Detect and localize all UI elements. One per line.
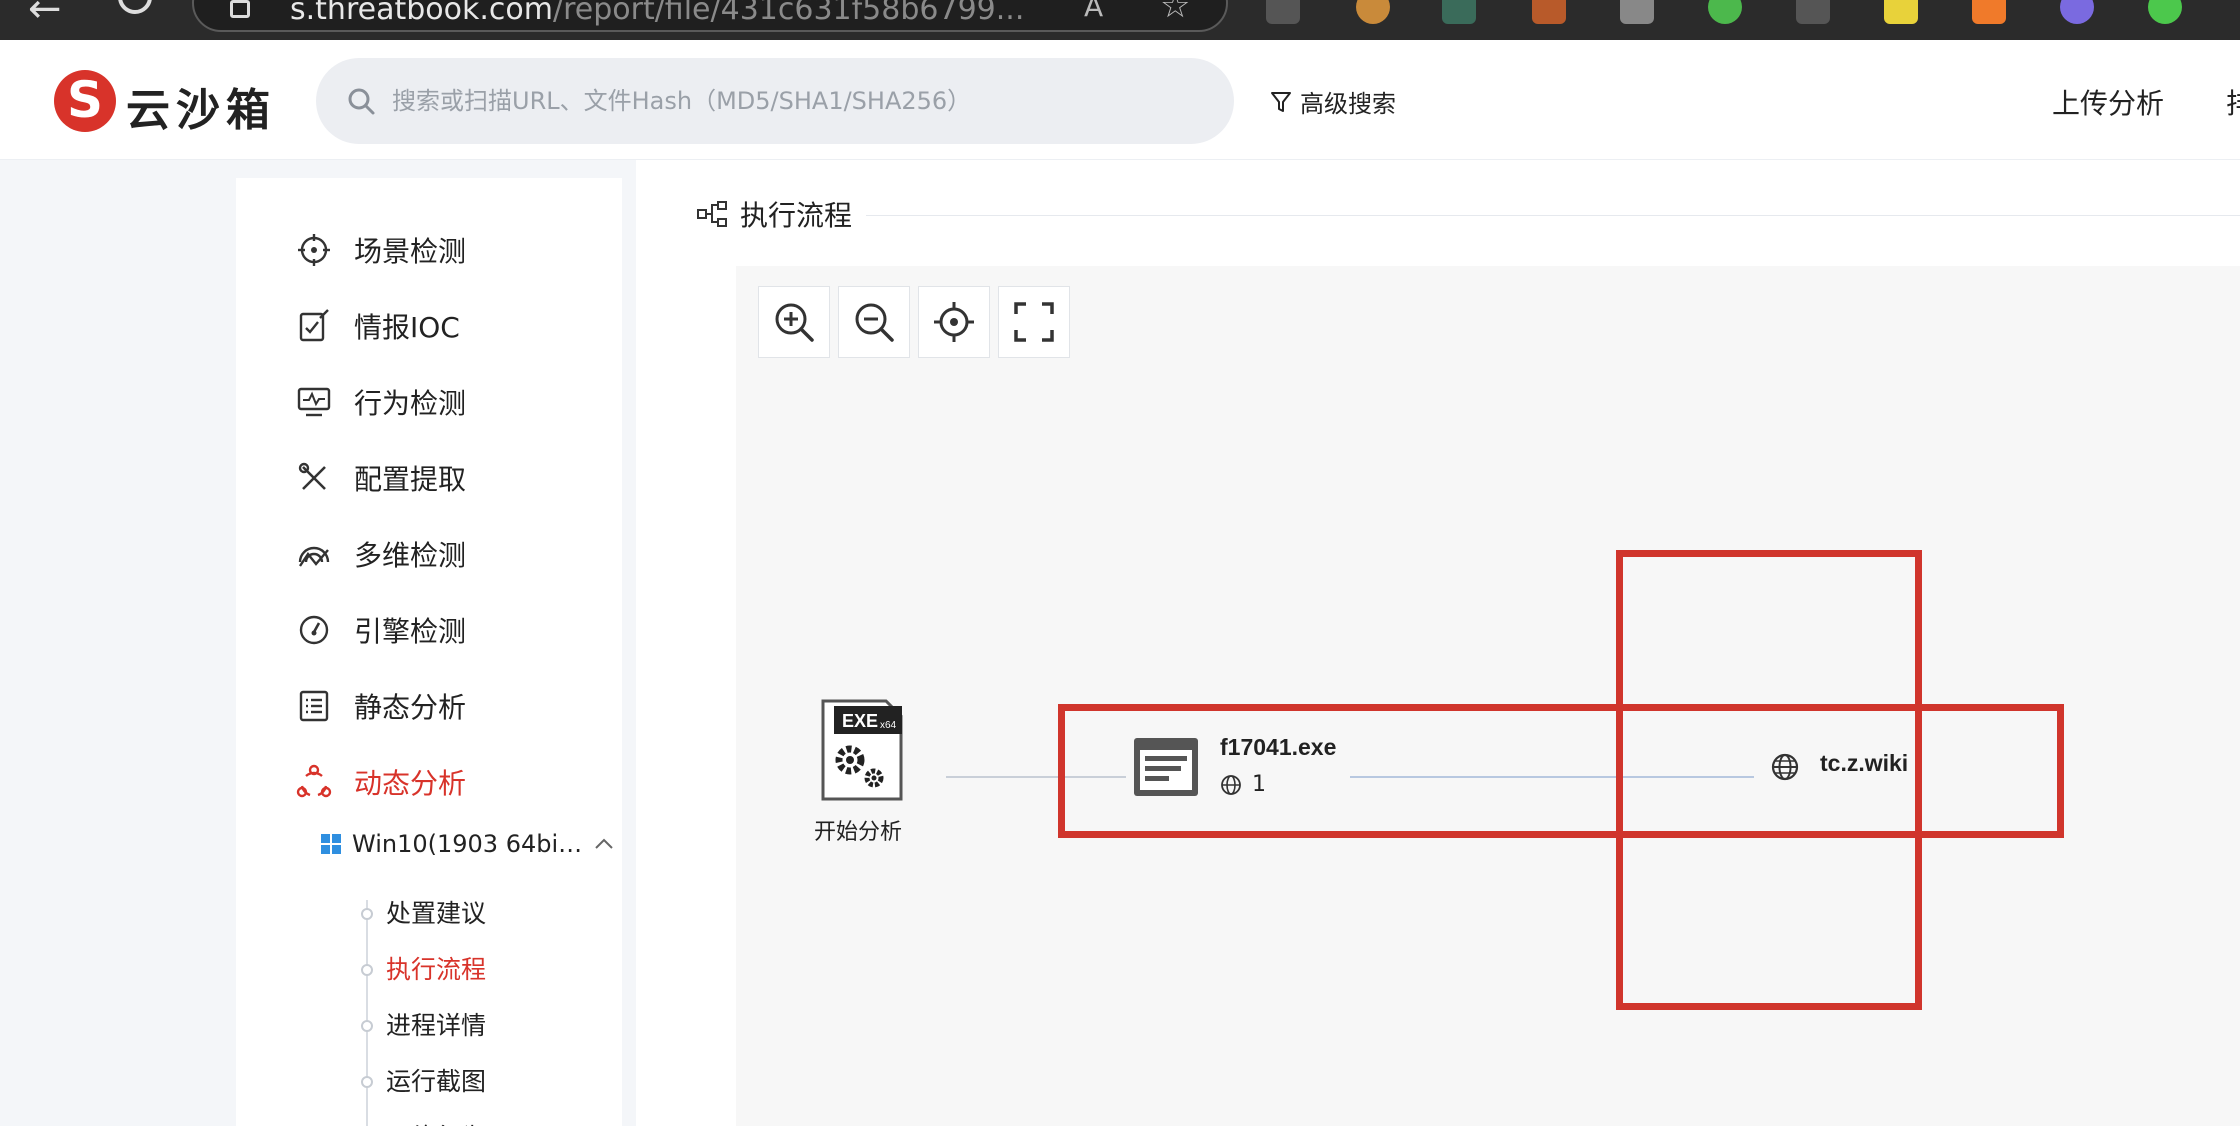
upload-analysis-link[interactable]: 上传分析: [2052, 82, 2164, 122]
locate-button[interactable]: [918, 286, 990, 358]
sub-nav-dot: [361, 964, 373, 976]
zoom-out-icon: [855, 303, 894, 342]
os-environment-selector[interactable]: Win10(1903 64bi…: [320, 830, 614, 858]
read-aloud-icon[interactable]: A: [1084, 0, 1103, 23]
sidebar-item-label: 静态分析: [354, 691, 467, 724]
advanced-search-label: 高级搜索: [1300, 90, 1396, 118]
zoom-out-button[interactable]: [838, 286, 910, 358]
gauge-icon: [299, 615, 329, 645]
section-divider: [866, 215, 2240, 216]
url-path: /report/file/431c631f58b6799...: [552, 0, 1025, 27]
logo-icon[interactable]: S: [54, 70, 116, 132]
sidebar-item-scene-detection[interactable]: 场景检测: [296, 226, 466, 274]
flow-tree-icon: [697, 201, 727, 227]
search-icon: [348, 88, 375, 115]
sidebar-item-dynamic-analysis[interactable]: 动态分析: [296, 758, 466, 806]
target-icon: [298, 234, 330, 266]
main-panel: 执行流程 EXE x64 开始分析 f17041.exe 1 tc.z.wiki: [636, 160, 2240, 1126]
sidebar-item-label: 动态分析: [354, 767, 467, 800]
site-info-icon[interactable]: [230, 0, 250, 18]
green-extension-icon[interactable]: [2148, 0, 2182, 24]
js-extension-icon[interactable]: [1708, 0, 1742, 24]
sub-nav-dot: [361, 1020, 373, 1032]
checklist-edit-icon: [299, 309, 329, 342]
exe-file-icon[interactable]: EXE x64: [820, 698, 904, 802]
aone-extension-icon[interactable]: [1796, 0, 1830, 24]
tools-icon: [298, 462, 326, 490]
network-extension-icon[interactable]: [1532, 0, 1566, 24]
fullscreen-icon: [1014, 302, 1054, 342]
exe-badge-sub-text: x64: [880, 720, 897, 731]
sidebar-item-config-extract[interactable]: 配置提取: [296, 454, 466, 502]
sidebar-item-intel-ioc[interactable]: 情报IOC: [296, 302, 460, 350]
url-host: s.threatbook.com: [290, 0, 553, 27]
site-header: S 云沙箱 高级搜索 上传分析 排: [0, 40, 2240, 160]
fullscreen-button[interactable]: [998, 286, 1070, 358]
logo-text[interactable]: 云沙箱: [126, 74, 276, 138]
execution-flow-canvas[interactable]: EXE x64 开始分析 f17041.exe 1 tc.z.wiki: [736, 266, 2240, 1126]
address-bar[interactable]: s.threatbook.com/report/file/431c631f58b…: [192, 0, 1228, 32]
sub-item-execution-flow[interactable]: 执行流程: [386, 950, 486, 986]
sidebar-item-label: 场景检测: [354, 235, 467, 268]
back-arrow-icon[interactable]: ←: [28, 0, 62, 32]
sub-nav-dot: [361, 1076, 373, 1088]
zoom-in-icon: [775, 303, 814, 342]
a-extension-icon[interactable]: [1972, 0, 2006, 24]
chevron-up-icon: [595, 838, 613, 849]
nodes-icon: [296, 764, 332, 798]
nav-item-cut-off[interactable]: 排: [2226, 82, 2240, 122]
sidebar-item-engine-detection[interactable]: 引擎检测: [296, 606, 466, 654]
locate-icon: [934, 302, 974, 342]
sidebar-item-behavior-detection[interactable]: 行为检测: [296, 378, 466, 426]
sub-nav-tree-line: [366, 900, 368, 1126]
sidebar-item-label: 配置提取: [354, 463, 467, 496]
sub-item-disposal-advice[interactable]: 处置建议: [386, 894, 486, 930]
sidebar-item-static-analysis[interactable]: 静态分析: [296, 682, 466, 730]
advanced-search-button[interactable]: 高级搜索: [1270, 84, 1396, 119]
exe-badge-text: EXE: [842, 711, 878, 731]
building-extension-icon[interactable]: [1620, 0, 1654, 24]
start-node-label: 开始分析: [814, 820, 903, 845]
extension-icon[interactable]: [1266, 0, 1300, 24]
highlight-box-vertical: [1616, 550, 1922, 1010]
reload-icon[interactable]: [118, 0, 152, 14]
sidebar-item-label: 行为检测: [354, 387, 467, 420]
browser-toolbar: ← s.threatbook.com/report/file/431c631f5…: [0, 0, 2240, 40]
sidebar-item-label: 引擎检测: [354, 615, 467, 648]
search-box[interactable]: [316, 58, 1234, 144]
sub-item-process-details[interactable]: 进程详情: [386, 1006, 486, 1042]
url-text: s.threatbook.com/report/file/431c631f58b…: [290, 0, 1024, 27]
section-title: 执行流程: [696, 194, 852, 234]
sidebar: 场景检测 情报IOC 行为检测 配置提取 多维检测 引擎检测 静态分析 动态分析…: [236, 178, 622, 1126]
filter-icon: [1271, 91, 1291, 112]
cookie-extension-icon[interactable]: [1356, 0, 1390, 24]
zoom-in-button[interactable]: [758, 286, 830, 358]
bookmark-star-icon[interactable]: ☆: [1160, 0, 1190, 26]
play-extension-icon[interactable]: [1884, 0, 1918, 24]
windows-icon: [321, 834, 341, 854]
search-input[interactable]: [392, 80, 1212, 122]
monitor-extension-icon[interactable]: [1442, 0, 1476, 24]
list-doc-icon: [299, 690, 329, 722]
monitor-pulse-icon: [297, 387, 331, 417]
section-title-text: 执行流程: [740, 199, 853, 232]
sidebar-item-label: 多维检测: [354, 539, 467, 572]
os-environment-label: Win10(1903 64bi…: [352, 830, 583, 858]
sub-nav-dot: [361, 908, 373, 920]
sidebar-item-multi-detection[interactable]: 多维检测: [296, 530, 466, 578]
sidebar-item-label: 情报IOC: [354, 311, 460, 344]
colorful-extension-icon[interactable]: [2060, 0, 2094, 24]
sub-item-screenshots[interactable]: 运行截图: [386, 1062, 486, 1098]
radar-icon: [298, 546, 330, 567]
sub-item-network-behavior[interactable]: 网络行为: [386, 1118, 486, 1126]
